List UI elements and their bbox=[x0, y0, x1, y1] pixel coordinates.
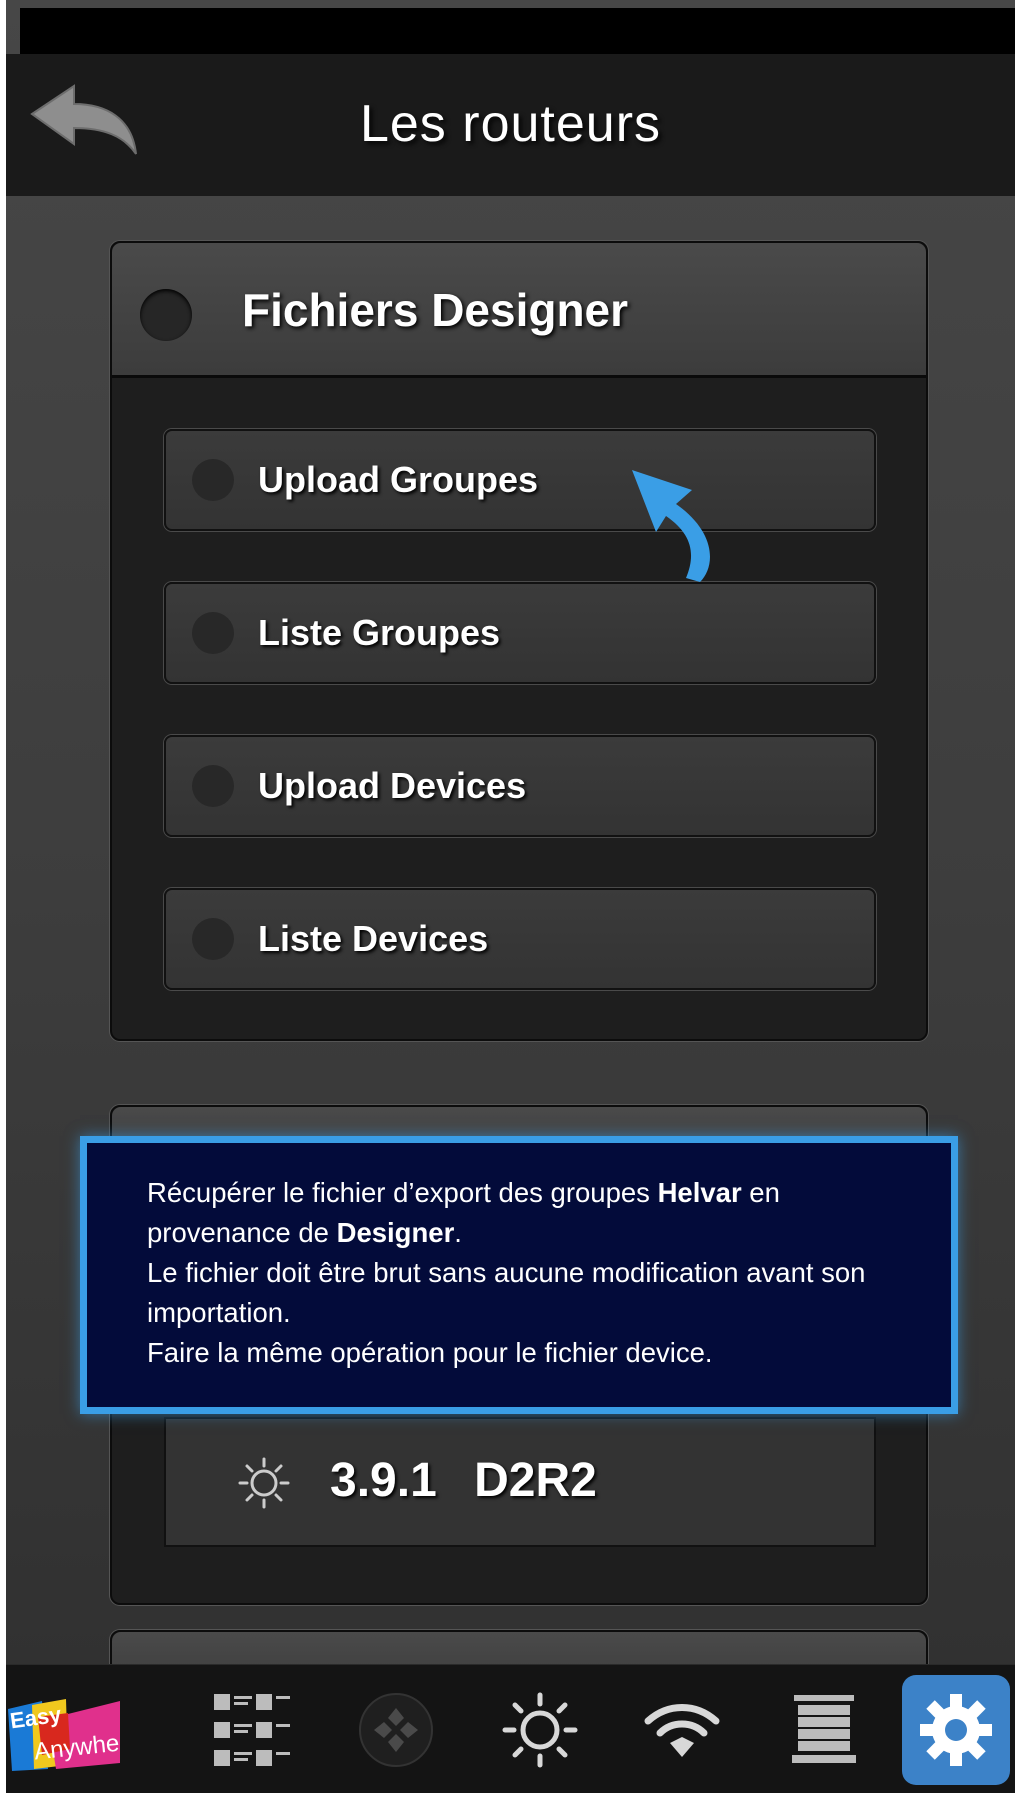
status-dot bbox=[140, 289, 192, 341]
tab-lighting[interactable] bbox=[470, 1665, 610, 1793]
upload-devices-button[interactable]: Upload Devices bbox=[164, 735, 876, 837]
help-tooltip: Récupérer le fichier d’export des groupe… bbox=[80, 1136, 958, 1414]
version-label: 3.9.1 D2R2 bbox=[330, 1453, 597, 1508]
status-dot bbox=[192, 918, 234, 960]
gear-icon bbox=[920, 1694, 992, 1766]
tab-blinds[interactable] bbox=[754, 1665, 894, 1793]
blind-icon bbox=[792, 1694, 856, 1763]
designer-files-panel: Fichiers Designer Upload Groupes Liste G… bbox=[110, 241, 928, 1041]
sun-icon bbox=[238, 1457, 290, 1509]
list-groups-button[interactable]: Liste Groupes bbox=[164, 582, 876, 684]
item-label: Liste Devices bbox=[258, 918, 489, 959]
tooltip-line-3: Faire la même opération pour le fichier … bbox=[147, 1337, 713, 1368]
item-label: Liste Groupes bbox=[258, 612, 501, 653]
nav-bar: Les routeurs bbox=[6, 54, 1015, 196]
wifi-icon bbox=[644, 1703, 720, 1757]
sun-icon bbox=[502, 1692, 578, 1767]
panel-header[interactable]: Fichiers Designer bbox=[112, 243, 926, 378]
status-bar bbox=[20, 8, 1015, 54]
upload-groups-button[interactable]: Upload Groupes bbox=[164, 429, 876, 531]
dpad-icon bbox=[359, 1692, 433, 1767]
app-screen: Les routeurs Fichiers Designer Upload Gr… bbox=[6, 0, 1015, 1793]
status-dot bbox=[192, 765, 234, 807]
tab-easy-anywhere[interactable]: Easy Anywhere bbox=[6, 1665, 146, 1793]
easy-anywhere-logo: Easy Anywhere bbox=[8, 1699, 120, 1771]
status-dot bbox=[192, 459, 234, 501]
status-dot bbox=[192, 612, 234, 654]
item-label: Upload Devices bbox=[258, 765, 527, 806]
list-devices-button[interactable]: Liste Devices bbox=[164, 888, 876, 990]
item-label: Upload Groupes bbox=[258, 459, 539, 500]
tab-groups[interactable] bbox=[182, 1665, 322, 1793]
bottom-tab-bar: Easy Anywhere bbox=[6, 1664, 1015, 1793]
page-title: Les routeurs bbox=[359, 95, 662, 153]
tab-remote[interactable] bbox=[326, 1665, 466, 1793]
grid-list-icon bbox=[214, 1693, 290, 1766]
curved-arrow-icon bbox=[632, 470, 710, 582]
firmware-version: 3.9.1 bbox=[330, 1454, 437, 1507]
router-version-box[interactable]: 3.9.1 D2R2 bbox=[164, 1417, 876, 1547]
tab-settings[interactable] bbox=[902, 1675, 1010, 1785]
tooltip-line-2: Le fichier doit être brut sans aucune mo… bbox=[147, 1257, 866, 1328]
router-model: D2R2 bbox=[474, 1454, 597, 1507]
tooltip-line-1: Récupérer le fichier d’export des groupe… bbox=[147, 1177, 780, 1248]
panel-title: Fichiers Designer bbox=[242, 284, 629, 336]
tab-network[interactable] bbox=[612, 1665, 752, 1793]
